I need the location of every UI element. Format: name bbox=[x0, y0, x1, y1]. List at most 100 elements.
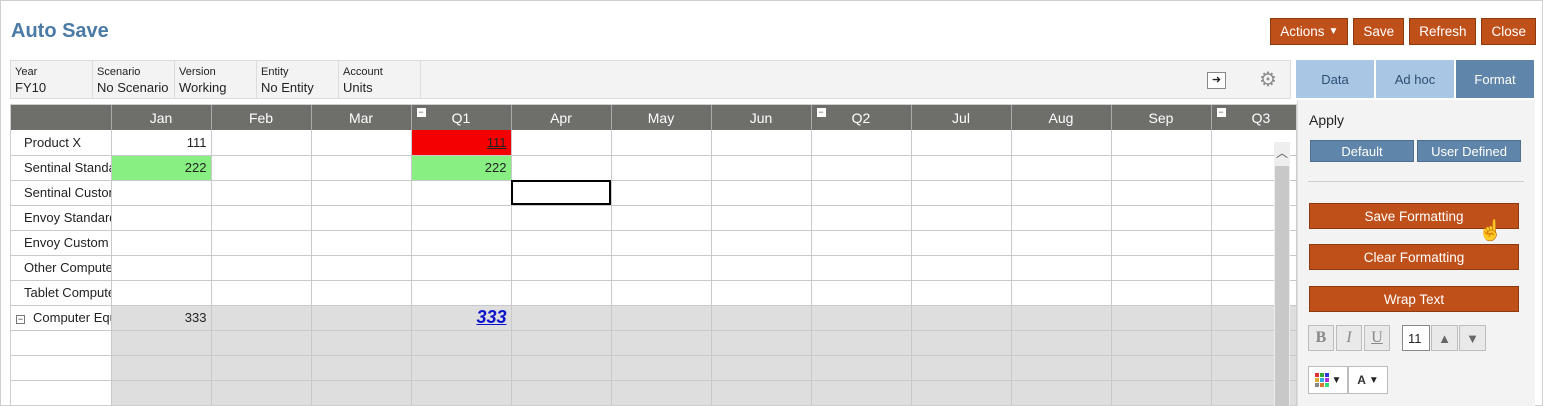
grid-cell[interactable] bbox=[111, 380, 212, 405]
collapse-icon[interactable]: − bbox=[816, 108, 826, 117]
grid-cell[interactable] bbox=[911, 205, 1012, 231]
italic-button[interactable]: I bbox=[1336, 325, 1362, 351]
grid-cell[interactable] bbox=[711, 355, 812, 381]
grid-cell[interactable]: 333 bbox=[411, 305, 512, 331]
default-button[interactable]: Default bbox=[1310, 140, 1414, 162]
chevron-up-icon[interactable]: ︿ bbox=[1276, 144, 1288, 161]
grid-cell[interactable] bbox=[811, 230, 912, 256]
grid-cell[interactable] bbox=[511, 330, 612, 356]
grid-cell[interactable] bbox=[511, 205, 612, 231]
fill-color-picker[interactable]: ▼ bbox=[1308, 366, 1348, 394]
grid-cell[interactable] bbox=[811, 305, 912, 331]
grid-cell[interactable] bbox=[411, 255, 512, 281]
row-header[interactable]: Tablet Computers bbox=[11, 280, 112, 306]
grid-cell[interactable] bbox=[1011, 230, 1112, 256]
grid-cell[interactable] bbox=[911, 255, 1012, 281]
grid-cell[interactable] bbox=[911, 230, 1012, 256]
grid-cell[interactable] bbox=[511, 130, 612, 156]
vertical-scrollbar[interactable]: ︿ bbox=[1274, 142, 1290, 406]
grid-cell[interactable] bbox=[311, 255, 412, 281]
col-header-q1[interactable]: − Q1 bbox=[411, 105, 512, 130]
grid-cell[interactable] bbox=[911, 355, 1012, 381]
grid-cell[interactable] bbox=[511, 255, 612, 281]
underline-button[interactable]: U bbox=[1364, 325, 1390, 351]
col-header-may[interactable]: May bbox=[611, 105, 712, 130]
clear-formatting-button[interactable]: Clear Formatting bbox=[1309, 244, 1519, 270]
grid-cell[interactable] bbox=[711, 330, 812, 356]
grid-cell[interactable] bbox=[1011, 255, 1112, 281]
grid-cell[interactable] bbox=[311, 155, 412, 181]
save-button[interactable]: Save bbox=[1353, 18, 1405, 45]
grid-cell[interactable] bbox=[611, 355, 712, 381]
grid-cell[interactable] bbox=[311, 380, 412, 405]
row-header[interactable]: Other Computers bbox=[11, 255, 112, 281]
grid-cell[interactable] bbox=[311, 230, 412, 256]
pov-account[interactable]: Account Units bbox=[339, 61, 421, 98]
grid-cell[interactable] bbox=[511, 380, 612, 405]
grid-cell[interactable] bbox=[1011, 355, 1112, 381]
grid-cell[interactable] bbox=[611, 205, 712, 231]
grid-cell[interactable] bbox=[911, 155, 1012, 181]
col-header-apr[interactable]: Apr bbox=[511, 105, 612, 130]
pov-entity[interactable]: Entity No Entity bbox=[257, 61, 339, 98]
grid-cell[interactable] bbox=[1011, 305, 1112, 331]
grid-cell[interactable] bbox=[1011, 380, 1112, 405]
tab-format[interactable]: Format bbox=[1456, 60, 1534, 98]
user-defined-button[interactable]: User Defined bbox=[1417, 140, 1521, 162]
selected-cell[interactable] bbox=[511, 180, 612, 206]
row-header[interactable]: Envoy Custom bbox=[11, 230, 112, 256]
grid-cell[interactable] bbox=[211, 330, 312, 356]
grid-cell[interactable] bbox=[1011, 155, 1112, 181]
row-header[interactable] bbox=[11, 380, 112, 405]
grid-cell[interactable] bbox=[811, 380, 912, 405]
scrollbar-thumb[interactable] bbox=[1275, 166, 1289, 406]
grid-cell[interactable]: 111 bbox=[111, 130, 212, 156]
grid-cell[interactable] bbox=[511, 355, 612, 381]
grid-cell[interactable] bbox=[1111, 380, 1212, 405]
grid-cell[interactable] bbox=[811, 280, 912, 306]
grid-cell[interactable] bbox=[411, 380, 512, 405]
col-header-aug[interactable]: Aug bbox=[1011, 105, 1112, 130]
gear-icon[interactable]: ⚙ bbox=[1259, 67, 1277, 92]
font-size-input[interactable]: 11 bbox=[1402, 325, 1430, 351]
row-header[interactable]: Sentinal Custom bbox=[11, 180, 112, 206]
grid-cell[interactable] bbox=[711, 280, 812, 306]
col-header-jan[interactable]: Jan bbox=[111, 105, 212, 130]
grid-cell[interactable] bbox=[711, 180, 812, 206]
col-header-mar[interactable]: Mar bbox=[311, 105, 412, 130]
grid-cell[interactable] bbox=[1011, 330, 1112, 356]
grid-cell[interactable] bbox=[611, 255, 712, 281]
grid-cell[interactable]: 111 bbox=[411, 130, 512, 156]
grid-cell[interactable] bbox=[211, 380, 312, 405]
grid-cell[interactable] bbox=[611, 130, 712, 156]
grid-cell[interactable] bbox=[211, 180, 312, 206]
grid-cell[interactable] bbox=[211, 230, 312, 256]
grid-cell[interactable] bbox=[211, 205, 312, 231]
pov-scenario[interactable]: Scenario No Scenario bbox=[93, 61, 175, 98]
grid-cell[interactable] bbox=[611, 280, 712, 306]
collapse-icon[interactable]: − bbox=[16, 315, 25, 324]
grid-cell[interactable] bbox=[111, 180, 212, 206]
grid-cell[interactable] bbox=[811, 130, 912, 156]
grid-cell[interactable] bbox=[911, 330, 1012, 356]
grid-cell[interactable] bbox=[1111, 130, 1212, 156]
grid-cell[interactable] bbox=[711, 305, 812, 331]
grid-cell[interactable] bbox=[211, 280, 312, 306]
grid-cell[interactable]: 222 bbox=[411, 155, 512, 181]
grid-cell[interactable] bbox=[611, 330, 712, 356]
grid-cell[interactable]: 222 bbox=[111, 155, 212, 181]
pov-year[interactable]: Year FY10 bbox=[11, 61, 93, 98]
grid-cell[interactable] bbox=[511, 230, 612, 256]
grid-cell[interactable] bbox=[111, 280, 212, 306]
grid-cell[interactable] bbox=[411, 355, 512, 381]
grid-cell[interactable] bbox=[611, 180, 712, 206]
grid-cell[interactable] bbox=[911, 130, 1012, 156]
decrease-size-icon[interactable]: ▼ bbox=[1459, 325, 1486, 351]
grid-cell[interactable] bbox=[1111, 280, 1212, 306]
grid-cell[interactable] bbox=[1111, 205, 1212, 231]
grid-cell[interactable] bbox=[611, 230, 712, 256]
grid-cell[interactable] bbox=[411, 330, 512, 356]
grid-cell[interactable] bbox=[711, 205, 812, 231]
grid-cell[interactable] bbox=[911, 280, 1012, 306]
grid-cell[interactable] bbox=[111, 205, 212, 231]
